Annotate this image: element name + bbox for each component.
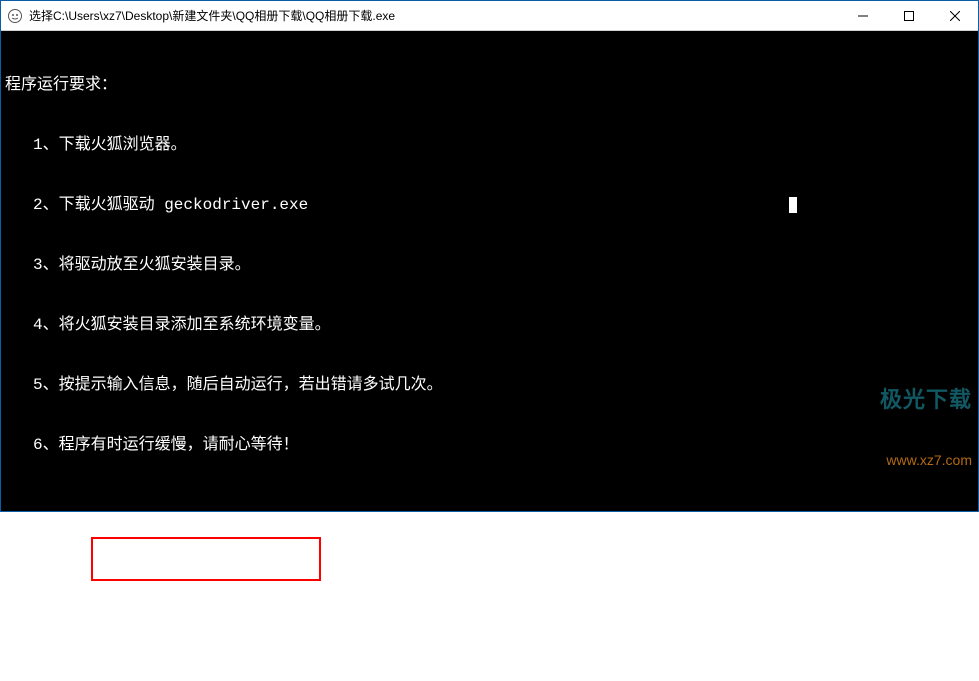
console-area[interactable]: 程序运行要求： 1、下载火狐浏览器。 2、下载火狐驱动 geckodriver.…: [1, 31, 978, 511]
console-heading: 程序运行要求：: [5, 75, 974, 95]
watermark-url: www.xz7.com: [880, 452, 972, 470]
window-controls: [840, 1, 978, 30]
app-icon: [7, 8, 23, 24]
text-cursor: [789, 197, 797, 213]
maximize-button[interactable]: [886, 1, 932, 30]
prompt-label: 输入账号：: [5, 549, 85, 569]
watermark: 极光下载 www.xz7.com: [880, 346, 972, 509]
account-input-highlight[interactable]: [91, 537, 321, 581]
titlebar: 选择C:\Users\xz7\Desktop\新建文件夹\QQ相册下载\QQ相册…: [1, 1, 978, 31]
console-line: 5、按提示输入信息，随后自动运行，若出错请多试几次。: [5, 375, 974, 395]
console-line: 6、程序有时运行缓慢，请耐心等待！: [5, 435, 974, 455]
prompt-row: 输入账号：: [5, 537, 974, 581]
console-line: 3、将驱动放至火狐安装目录。: [5, 255, 974, 275]
console-line: 2、下载火狐驱动 geckodriver.exe: [5, 195, 974, 215]
window-title: 选择C:\Users\xz7\Desktop\新建文件夹\QQ相册下载\QQ相册…: [29, 7, 840, 24]
minimize-button[interactable]: [840, 1, 886, 30]
console-line: 4、将火狐安装目录添加至系统环境变量。: [5, 315, 974, 335]
close-button[interactable]: [932, 1, 978, 30]
console-line: 1、下载火狐浏览器。: [5, 135, 974, 155]
